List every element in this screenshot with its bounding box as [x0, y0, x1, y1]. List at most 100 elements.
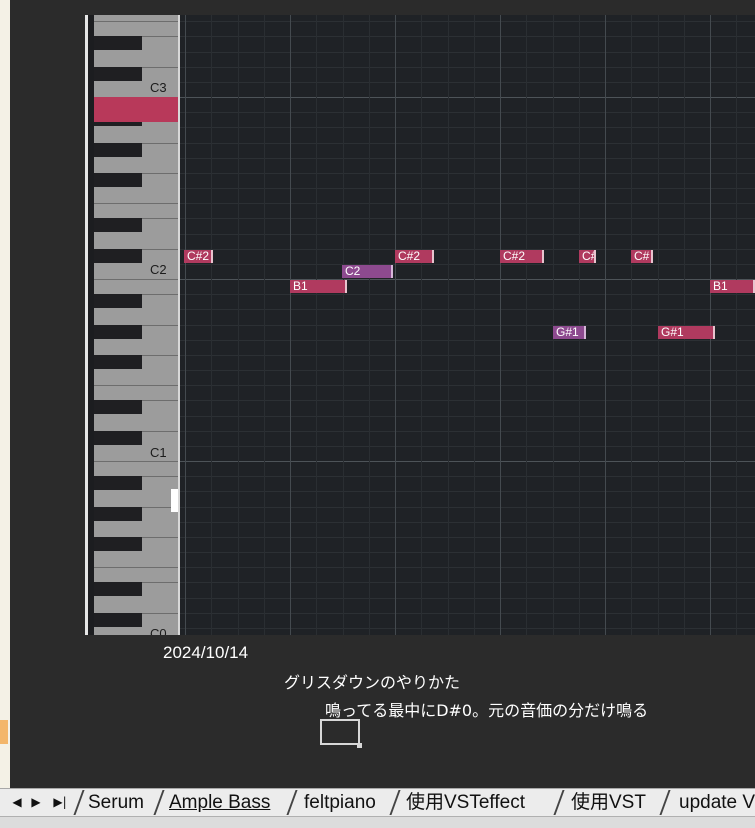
grid-row-line — [180, 279, 755, 280]
beat-line — [553, 15, 554, 635]
black-key[interactable] — [94, 582, 142, 596]
bar-line — [395, 15, 396, 635]
midi-note[interactable]: B1 — [710, 280, 755, 293]
grid-row-line — [180, 598, 755, 599]
piano-roll-border — [85, 15, 88, 635]
bar-line — [605, 15, 606, 635]
black-key[interactable] — [94, 294, 142, 308]
grid-row-line — [180, 203, 755, 204]
grid-row-line — [180, 461, 755, 462]
black-key[interactable] — [94, 67, 142, 81]
grid-row-line — [180, 158, 755, 159]
grid-row-line — [180, 567, 755, 568]
white-key-edge — [94, 21, 178, 22]
bar-line — [710, 15, 711, 635]
date-text: 2024/10/14 — [163, 643, 249, 662]
black-key[interactable] — [94, 325, 142, 339]
black-key[interactable] — [94, 537, 142, 551]
grid-row-line — [180, 249, 755, 250]
midi-note[interactable]: C#2 — [184, 250, 213, 263]
black-key[interactable] — [94, 355, 142, 369]
grid-row-line — [180, 294, 755, 295]
beat-line — [369, 15, 370, 635]
sheet-tab[interactable]: update V — [679, 790, 755, 815]
grid-row-line — [180, 416, 755, 417]
grid-row-line — [180, 385, 755, 386]
spreadsheet-window: C3 C2 C1 C0 C#2 B1 C2 C#2 C#2 C# C# B1 G#1 G#1 2024/… — [0, 0, 755, 828]
grid-row-line — [180, 355, 755, 356]
grid-row-line — [180, 476, 755, 477]
sheet-tab[interactable]: 使用VSTeffect — [406, 790, 525, 815]
grid-row-line — [180, 82, 755, 83]
black-key[interactable] — [94, 400, 142, 414]
midi-note[interactable]: C#2 — [395, 250, 434, 263]
grid-row-line — [180, 173, 755, 174]
sheet-tab[interactable]: 使用VST — [571, 790, 646, 815]
sheet-tab[interactable]: Serum — [88, 790, 144, 815]
midi-note[interactable]: G#1 — [553, 326, 586, 339]
octave-label: C3 — [150, 80, 167, 95]
grid-row-line — [180, 400, 755, 401]
grid-row-line — [180, 537, 755, 538]
black-key[interactable] — [94, 507, 142, 521]
black-key[interactable] — [94, 173, 142, 187]
midi-note[interactable]: C# — [631, 250, 653, 263]
white-key-edge — [94, 279, 178, 280]
last-sheet-icon[interactable]: ▶| — [53, 793, 67, 811]
midi-note[interactable]: C# — [579, 250, 596, 263]
prev-sheet-icon[interactable]: ◀ — [10, 793, 24, 811]
beat-line — [211, 15, 212, 635]
octave-label: C2 — [150, 262, 167, 277]
grid-row-line — [180, 340, 755, 341]
midi-note[interactable]: B1 — [290, 280, 347, 293]
grid-row-line — [180, 431, 755, 432]
grid-row-line — [180, 552, 755, 553]
grid-row-line — [180, 309, 755, 310]
black-key[interactable] — [94, 218, 142, 232]
black-key[interactable] — [94, 613, 142, 627]
title-note-text: グリスダウンのやりかた — [284, 673, 461, 692]
black-key[interactable] — [94, 249, 142, 263]
grid-row-line — [180, 522, 755, 523]
grid-row-line — [180, 446, 755, 447]
black-key[interactable] — [94, 36, 142, 50]
bar-line — [185, 15, 186, 635]
black-key[interactable] — [94, 431, 142, 445]
key-cursor — [171, 489, 178, 512]
black-key[interactable] — [94, 476, 142, 490]
grid-row-line — [180, 97, 755, 98]
grid-row-line — [180, 370, 755, 371]
beat-line — [448, 15, 449, 635]
grid-row-line — [180, 507, 755, 508]
bar-line — [290, 15, 291, 635]
black-key[interactable] — [94, 143, 142, 157]
highlighted-cell[interactable] — [0, 720, 8, 744]
active-key-highlight — [94, 97, 178, 122]
beat-line — [264, 15, 265, 635]
beat-line — [526, 15, 527, 635]
grid-row-line — [180, 21, 755, 22]
fill-handle[interactable] — [357, 743, 362, 748]
white-key-edge — [94, 567, 178, 568]
beat-line — [343, 15, 344, 635]
grid-row-line — [180, 112, 755, 113]
midi-note[interactable]: C2 — [342, 265, 393, 278]
octave-label: C0 — [150, 626, 167, 635]
octave-label: C1 — [150, 445, 167, 460]
grid-row-line — [180, 234, 755, 235]
beat-line — [631, 15, 632, 635]
selected-cell[interactable] — [320, 719, 360, 745]
grid-row-line — [180, 67, 755, 68]
sheet-tab[interactable]: feltpiano — [304, 790, 376, 815]
note-grid[interactable]: C#2 B1 C2 C#2 C#2 C# C# B1 G#1 G#1 — [180, 15, 755, 635]
grid-row-line — [180, 143, 755, 144]
next-sheet-icon[interactable]: ▶ — [29, 793, 43, 811]
bar-line — [500, 15, 501, 635]
midi-note[interactable]: C#2 — [500, 250, 544, 263]
sheet-tab[interactable]: Ample Bass — [169, 790, 270, 815]
midi-note[interactable]: G#1 — [658, 326, 715, 339]
beat-line — [474, 15, 475, 635]
white-key-edge — [94, 385, 178, 386]
beat-line — [658, 15, 659, 635]
beat-line — [238, 15, 239, 635]
